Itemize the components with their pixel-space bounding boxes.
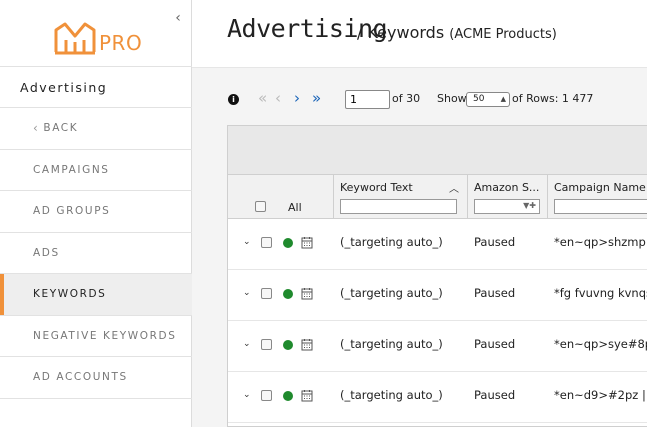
page-header: Advertising / Keywords (ACME Products) [192,0,647,68]
amazon-state-cell: Paused [474,286,516,300]
select-arrows-icon: ▲ [500,95,506,103]
sidebar-nav: ‹ BACK CAMPAIGNS AD GROUPS ADS KEYWORDS … [0,108,192,399]
info-icon[interactable]: i [228,94,239,105]
sidebar-item-back[interactable]: ‹ BACK [0,108,192,150]
calendar-icon[interactable] [301,236,313,249]
sidebar-item-ad-accounts[interactable]: AD ACCOUNTS [0,357,192,399]
table-row[interactable]: ⌄ (_targeting auto_) Paused *en~qp>shzmp… [228,219,647,270]
table-header-row: All Keyword Text ︿ Amazon S... ▼✚ Campai… [228,175,647,219]
column-label: Amazon S... [474,181,540,194]
column-label: Campaign Name [554,181,646,194]
keyword-text-cell: (_targeting auto_) [340,388,443,402]
sidebar-item-label: CAMPAIGNS [33,163,110,176]
campaign-name-cell[interactable]: *en~qp>sye#8pz- [554,337,647,351]
sidebar-section-title: Advertising [0,66,192,108]
calendar-icon[interactable] [301,389,313,402]
status-dot-icon[interactable] [283,340,293,350]
status-dot-icon[interactable] [283,391,293,401]
column-header-amazon-state[interactable]: Amazon S... ▼✚ [468,175,548,219]
table-row[interactable]: ⌄ (_targeting auto_) Paused *en~d9>#2pz … [228,372,647,423]
page-number-input[interactable] [345,90,390,109]
sidebar-item-label: AD ACCOUNTS [33,371,128,384]
column-header-keyword-text[interactable]: Keyword Text ︿ [334,175,468,219]
sidebar-item-ads[interactable]: ADS [0,233,192,274]
row-checkbox[interactable] [261,339,272,350]
campaign-name-filter[interactable] [554,199,647,214]
table-row[interactable]: ⌄ (_targeting auto_) Paused *fg fvuvng k… [228,270,647,321]
sidebar-item-label: ADS [33,246,60,259]
main-content: i « ‹ › » of 30 Show: 50 ▲ of Rows: 1 47… [192,68,647,427]
amazon-state-cell: Paused [474,235,516,249]
show-label: Show: [437,92,470,105]
row-checkbox[interactable] [261,390,272,401]
page-size-select[interactable]: 50 ▲ [466,92,510,107]
expand-row-icon[interactable]: ⌄ [243,339,251,349]
select-all-header: All [228,175,334,219]
expand-row-icon[interactable]: ⌄ [243,237,251,247]
dropdown-filter-icon: ▼✚ [523,201,536,210]
sidebar-item-label: AD GROUPS [33,205,111,218]
chevron-left-icon: ‹ [33,121,40,136]
status-dot-icon[interactable] [283,238,293,248]
select-all-checkbox[interactable] [255,201,266,212]
amazon-state-cell: Paused [474,337,516,351]
keyword-text-cell: (_targeting auto_) [340,337,443,351]
breadcrumb-current: / Keywords [357,23,445,42]
calendar-icon[interactable] [301,287,313,300]
logo-text: PRO [99,31,143,55]
logo[interactable]: PRO [53,20,143,58]
row-checkbox[interactable] [261,237,272,248]
select-all-label: All [288,201,302,214]
next-page-icon[interactable]: › [294,90,300,106]
status-dot-icon[interactable] [283,289,293,299]
amazon-state-cell: Paused [474,388,516,402]
sidebar-item-label: NEGATIVE KEYWORDS [33,329,177,342]
sort-ascending-icon[interactable]: ︿ [449,180,459,195]
table-group-header [228,126,647,175]
column-label: Keyword Text [340,181,413,194]
breadcrumb-account: (ACME Products) [449,27,557,42]
sidebar-item-negative-keywords[interactable]: NEGATIVE KEYWORDS [0,316,192,357]
first-page-icon[interactable]: « [258,90,267,106]
keyword-text-filter[interactable] [340,199,457,214]
collapse-sidebar-button[interactable]: ‹ [171,10,185,26]
sidebar-item-label: BACK [43,122,79,135]
last-page-icon[interactable]: » [312,90,321,106]
chevron-left-icon: ‹ [175,10,181,26]
sidebar-item-label: KEYWORDS [33,288,107,301]
calendar-icon[interactable] [301,338,313,351]
keyword-text-cell: (_targeting auto_) [340,235,443,249]
sidebar: PRO ‹ Advertising ‹ BACK CAMPAIGNS AD GR… [0,0,192,427]
campaign-name-cell[interactable]: *fg fvuvng kvnqs [554,286,647,300]
sidebar-item-keywords[interactable]: KEYWORDS [0,274,192,316]
logo-icon [54,22,96,55]
column-header-campaign-name[interactable]: Campaign Name [548,175,647,219]
sidebar-item-campaigns[interactable]: CAMPAIGNS [0,150,192,191]
expand-row-icon[interactable]: ⌄ [243,288,251,298]
table-row[interactable]: ⌄ (_targeting auto_) Paused *en~qp>sye#8… [228,321,647,372]
campaign-name-cell[interactable]: *en~qp>shzmp | [554,235,647,249]
breadcrumb: / Keywords (ACME Products) [357,23,557,42]
row-count: of Rows: 1 477 [512,92,594,105]
pagination-bar: i « ‹ › » of 30 Show: 50 ▲ of Rows: 1 47… [192,68,647,126]
sidebar-item-ad-groups[interactable]: AD GROUPS [0,191,192,233]
previous-page-icon[interactable]: ‹ [275,90,281,106]
amazon-state-filter[interactable]: ▼✚ [474,199,540,214]
page-count: of 30 [392,92,421,105]
page-size-value: 50 [473,94,485,104]
campaign-name-cell[interactable]: *en~d9>#2pz | zo [554,388,647,402]
expand-row-icon[interactable]: ⌄ [243,390,251,400]
row-checkbox[interactable] [261,288,272,299]
keywords-table: All Keyword Text ︿ Amazon S... ▼✚ Campai… [227,125,647,427]
keyword-text-cell: (_targeting auto_) [340,286,443,300]
